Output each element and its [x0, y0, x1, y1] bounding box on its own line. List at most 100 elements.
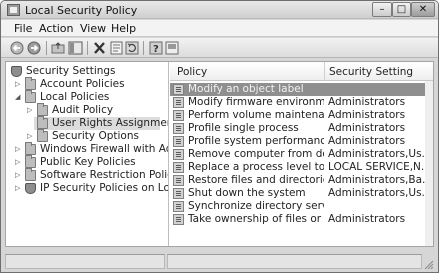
tree-item-label: Account Policies: [40, 78, 125, 90]
expand-arrow-icon[interactable]: ▷: [15, 169, 23, 182]
policy-row[interactable]: Synchronize directory service d...: [170, 200, 425, 213]
expand-arrow-icon[interactable]: ▷: [27, 104, 35, 117]
policy-name: Modify an object label: [188, 83, 304, 95]
expand-arrow-icon[interactable]: ▷: [15, 143, 23, 156]
content-area: Security Settings ▷ Account Policies ◢ L…: [5, 61, 434, 247]
policy-setting: Administrators,Ba...: [328, 174, 425, 186]
column-header-security-setting[interactable]: Security Setting: [329, 66, 413, 78]
folder-icon: [25, 77, 36, 90]
policy-row[interactable]: Take ownership of files or other... Admi…: [170, 213, 425, 226]
tree-item-label: IP Security Policies on Local Co: [40, 182, 169, 194]
column-divider[interactable]: [324, 62, 325, 81]
window-title: Local Security Policy: [25, 4, 138, 17]
back-arrow-icon[interactable]: [10, 41, 25, 55]
policy-icon: [173, 110, 184, 121]
svg-text:?: ?: [153, 44, 159, 55]
tree-item-audit-policy[interactable]: ▷ Audit Policy: [9, 103, 167, 117]
tree-item-security-options[interactable]: ▷ Security Options: [9, 129, 167, 143]
minimize-button[interactable]: –: [372, 2, 392, 17]
tree-item-security-settings[interactable]: Security Settings: [9, 65, 167, 78]
policy-row[interactable]: Modify firmware environment ... Administ…: [170, 96, 425, 109]
column-header-policy[interactable]: Policy: [177, 66, 207, 78]
toolbar: ?: [1, 38, 438, 58]
folder-icon: [37, 129, 48, 142]
delete-icon[interactable]: [92, 41, 107, 55]
console-icon[interactable]: [165, 41, 180, 55]
refresh-icon[interactable]: [125, 41, 140, 55]
list-scrollbar[interactable]: [425, 81, 433, 246]
close-button[interactable]: ✕: [411, 2, 435, 17]
tree-item-local-policies[interactable]: ◢ Local Policies: [9, 90, 167, 104]
policy-setting: Administrators: [328, 135, 406, 147]
menu-view[interactable]: View: [80, 22, 106, 35]
tree-item-software-restriction-policies[interactable]: ▷ Software Restriction Policies: [9, 168, 168, 182]
policy-name: Restore files and directories: [188, 174, 324, 186]
help-icon[interactable]: ?: [149, 41, 164, 55]
policy-name: Shut down the system: [188, 187, 306, 199]
tree-item-public-key-policies[interactable]: ▷ Public Key Policies: [9, 155, 167, 169]
tree-item-label: User Rights Assignment: [52, 117, 169, 129]
forward-arrow-icon[interactable]: [27, 41, 42, 55]
list-header: Policy Security Setting: [170, 62, 433, 81]
resize-grip-icon[interactable]: [424, 260, 434, 270]
menu-help[interactable]: Help: [111, 22, 136, 35]
status-pane-right: [167, 254, 422, 269]
menu-file[interactable]: File: [14, 22, 32, 35]
tree-item-label: Audit Policy: [52, 104, 114, 116]
toolbar-separator: [46, 41, 47, 55]
policy-row[interactable]: Modify an object label: [170, 83, 425, 96]
policy-setting: Administrators,Us...: [328, 148, 425, 160]
policy-icon: [173, 175, 184, 186]
tree-item-windows-firewall[interactable]: ▷ Windows Firewall with Advanc: [9, 142, 168, 156]
policy-name: Synchronize directory service d...: [188, 200, 324, 212]
policy-icon: [173, 84, 184, 95]
policy-setting: Administrators,Us...: [328, 187, 425, 199]
maximize-button[interactable]: □: [392, 2, 411, 17]
policy-icon: [173, 188, 184, 199]
folder-icon: [25, 155, 36, 168]
tree-item-label: Local Policies: [40, 91, 110, 103]
title-bar[interactable]: Local Security Policy – □ ✕: [1, 1, 438, 19]
tree-item-label: Public Key Policies: [40, 156, 136, 168]
policy-icon: [173, 136, 184, 147]
firewall-icon: [25, 142, 36, 155]
tree-item-label: Security Settings: [26, 65, 116, 77]
policy-icon: [173, 97, 184, 108]
expand-arrow-icon[interactable]: ▷: [15, 78, 23, 91]
tree-item-account-policies[interactable]: ▷ Account Policies: [9, 77, 167, 91]
local-security-policy-window: Local Security Policy – □ ✕ File Action …: [0, 0, 439, 273]
status-pane-left: [5, 254, 165, 269]
properties-icon[interactable]: [109, 41, 124, 55]
policy-row[interactable]: Shut down the system Administrators,Us..…: [170, 187, 425, 200]
folder-open-icon: [25, 90, 36, 103]
policy-name: Replace a process level token: [188, 161, 324, 173]
policy-row[interactable]: Remove computer from dockin... Administr…: [170, 148, 425, 161]
policy-name: Take ownership of files or other...: [188, 213, 324, 225]
policy-row[interactable]: Perform volume maintenance t... Administ…: [170, 109, 425, 122]
policy-setting: Administrators: [328, 122, 406, 134]
policy-name: Remove computer from dockin...: [188, 148, 324, 160]
expand-arrow-icon[interactable]: ▷: [15, 182, 23, 195]
policy-name: Profile single process: [188, 122, 299, 134]
policy-icon: [173, 123, 184, 134]
policy-list: Policy Security Setting Modify an object…: [170, 62, 433, 246]
tree-item-ip-security-policies[interactable]: ▷ IP Security Policies on Local Co: [9, 182, 169, 195]
show-tree-icon[interactable]: [68, 41, 83, 55]
policy-row[interactable]: Restore files and directories Administra…: [170, 174, 425, 187]
policy-name: Profile system performance: [188, 135, 324, 147]
navigation-tree: Security Settings ▷ Account Policies ◢ L…: [6, 62, 169, 246]
folder-icon: [37, 103, 48, 116]
up-folder-icon[interactable]: [51, 41, 66, 55]
policy-icon: [173, 201, 184, 212]
policy-icon: [173, 162, 184, 173]
policy-setting: Administrators: [328, 213, 406, 225]
policy-row[interactable]: Replace a process level token LOCAL SERV…: [170, 161, 425, 174]
menu-action[interactable]: Action: [39, 22, 73, 35]
tree-item-user-rights-assignment[interactable]: User Rights Assignment: [34, 116, 168, 130]
expand-arrow-icon[interactable]: ▷: [15, 156, 23, 169]
policy-setting: LOCAL SERVICE,N...: [328, 161, 425, 173]
collapse-arrow-icon[interactable]: ◢: [15, 91, 23, 104]
policy-row[interactable]: Profile system performance Administrator…: [170, 135, 425, 148]
folder-icon: [25, 168, 36, 181]
policy-row[interactable]: Profile single process Administrators: [170, 122, 425, 135]
